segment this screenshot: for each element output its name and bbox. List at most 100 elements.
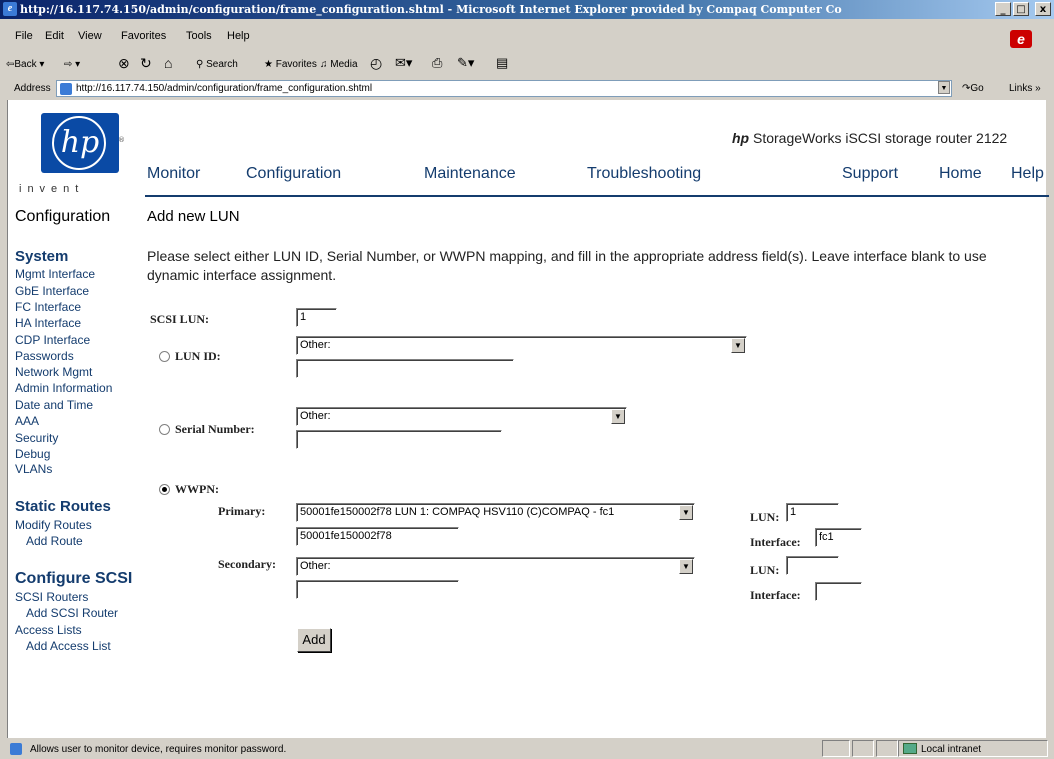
sidebar-heading-static-routes: Static Routes [15, 498, 111, 515]
forward-button[interactable]: ⇨ ▾ [64, 59, 80, 70]
chevron-down-icon: ▼ [679, 559, 693, 574]
sidebar-item-add-access-list[interactable]: Add Access List [26, 639, 111, 653]
menu-favorites[interactable]: Favorites [121, 30, 166, 42]
sidebar-item-security[interactable]: Security [15, 431, 58, 445]
chevron-down-icon: ▼ [731, 338, 745, 353]
search-label: Search [206, 59, 238, 70]
windows-logo-icon: e [1010, 30, 1032, 48]
chevron-down-icon: ▼ [679, 505, 693, 520]
serial-number-input[interactable] [296, 430, 502, 449]
nav-troubleshooting[interactable]: Troubleshooting [587, 165, 701, 183]
menu-bar: File Edit View Favorites Tools Help [0, 19, 1054, 50]
nav-maintenance[interactable]: Maintenance [424, 165, 516, 183]
ie-page-icon: e [3, 2, 17, 16]
secondary-select[interactable]: Other: ▼ [296, 557, 695, 576]
sidebar-item-network-mgmt[interactable]: Network Mgmt [15, 365, 92, 379]
product-name: StorageWorks iSCSI storage router 2122 [753, 130, 1008, 146]
secondary-lun-input[interactable] [786, 556, 839, 575]
serial-number-radio[interactable] [159, 424, 170, 435]
sidebar-item-vlans[interactable]: VLANs [15, 462, 52, 476]
lun-id-select[interactable]: Other: ▼ [296, 336, 747, 355]
secondary-wwpn-input[interactable] [296, 580, 459, 599]
sidebar-item-debug[interactable]: Debug [15, 447, 50, 461]
status-text: Allows user to monitor device, requires … [30, 744, 287, 755]
sidebar-item-passwords[interactable]: Passwords [15, 349, 74, 363]
go-button[interactable]: ↷Go [962, 83, 984, 94]
media-button[interactable]: ♫ Media [320, 59, 358, 70]
nav-support[interactable]: Support [842, 165, 898, 183]
menu-help[interactable]: Help [227, 30, 250, 42]
nav-configuration[interactable]: Configuration [246, 165, 341, 183]
sidebar-item-scsi-routers[interactable]: SCSI Routers [15, 590, 88, 604]
serial-number-select[interactable]: Other: ▼ [296, 407, 627, 426]
add-button[interactable]: Add [297, 628, 331, 652]
sidebar-item-date-and-time[interactable]: Date and Time [15, 398, 93, 412]
close-button[interactable]: x [1035, 2, 1051, 16]
section-title: Configuration [15, 208, 111, 225]
discuss-icon[interactable]: ▤ [496, 55, 508, 71]
lun-id-select-value: Other: [300, 339, 331, 351]
sidebar-item-admin-information[interactable]: Admin Information [15, 381, 112, 395]
lun-id-input[interactable] [296, 359, 514, 378]
lun-id-radio[interactable] [159, 351, 170, 362]
media-label: Media [330, 59, 358, 70]
edit-icon[interactable]: ✎▾ [457, 55, 474, 71]
nav-monitor[interactable]: Monitor [147, 165, 200, 183]
sidebar-item-fc-interface[interactable]: FC Interface [15, 300, 81, 314]
product-title: hp StorageWorks iSCSI storage router 212… [732, 130, 1007, 146]
intranet-zone-icon [903, 743, 917, 754]
primary-label: Primary: [218, 504, 266, 518]
secondary-interface-input[interactable] [815, 582, 862, 601]
menu-view[interactable]: View [78, 30, 102, 42]
refresh-icon[interactable]: ↻ [140, 55, 152, 72]
window-title-bar[interactable]: e http://16.117.74.150/admin/configurati… [0, 0, 1054, 19]
address-input[interactable]: http://16.117.74.150/admin/configuration… [56, 80, 952, 97]
sidebar-item-add-scsi-router[interactable]: Add SCSI Router [26, 606, 118, 620]
sidebar-item-access-lists[interactable]: Access Lists [15, 623, 82, 637]
menu-tools[interactable]: Tools [186, 30, 212, 42]
nav-help[interactable]: Help [1011, 165, 1044, 183]
logo-trademark: ® [118, 136, 125, 144]
sidebar-item-modify-routes[interactable]: Modify Routes [15, 518, 92, 532]
scsi-lun-input[interactable]: 1 [296, 308, 337, 327]
sidebar-item-aaa[interactable]: AAA [15, 414, 39, 428]
minimize-button[interactable]: _ [995, 2, 1011, 16]
address-dropdown-icon[interactable]: ▼ [938, 81, 950, 94]
print-icon[interactable]: ⎙ [432, 55, 442, 71]
tagline: invent [19, 183, 85, 195]
menu-edit[interactable]: Edit [45, 30, 64, 42]
nav-home[interactable]: Home [939, 165, 982, 183]
zone-text: Local intranet [921, 744, 982, 755]
sidebar-item-add-route[interactable]: Add Route [26, 534, 83, 548]
search-button[interactable]: ⚲ Search [196, 59, 238, 70]
sidebar-item-cdp-interface[interactable]: CDP Interface [15, 333, 90, 347]
history-icon[interactable]: ◴ [370, 55, 382, 72]
hp-logo[interactable]: hp ® [41, 113, 125, 173]
page-status-icon [10, 743, 22, 755]
primary-select-value: 50001fe150002f78 LUN 1: COMPAQ HSV110 (C… [300, 506, 615, 518]
primary-interface-input[interactable]: fc1 [815, 528, 862, 547]
favorites-button[interactable]: ★ Favorites [264, 59, 317, 70]
sidebar-item-mgmt-interface[interactable]: Mgmt Interface [15, 267, 95, 281]
search-icon: ⚲ [196, 59, 207, 70]
primary-lun-input[interactable]: 1 [786, 503, 839, 522]
links-button[interactable]: Links » [1009, 83, 1041, 94]
address-url: http://16.117.74.150/admin/configuration… [76, 83, 373, 94]
toolbar: ⇦Back ▾ ⇨ ▾ ⊗ ↻ ⌂ ⚲ Search ★ Favorites ♫… [0, 50, 1054, 78]
go-label: Go [970, 83, 984, 94]
stop-icon[interactable]: ⊗ [118, 55, 130, 72]
left-frame-edge [0, 100, 8, 738]
primary-select[interactable]: 50001fe150002f78 LUN 1: COMPAQ HSV110 (C… [296, 503, 695, 522]
mail-icon[interactable]: ✉▾ [395, 55, 412, 71]
wwpn-label: WWPN: [175, 482, 219, 496]
chevron-down-icon: ▼ [611, 409, 625, 424]
sidebar-item-gbe-interface[interactable]: GbE Interface [15, 284, 89, 298]
restore-button[interactable]: □ [1013, 2, 1029, 16]
menu-file[interactable]: File [15, 30, 33, 42]
home-icon[interactable]: ⌂ [164, 55, 172, 71]
wwpn-radio[interactable] [159, 484, 170, 495]
back-button[interactable]: ⇦Back ▾ [6, 59, 44, 70]
primary-wwpn-input[interactable]: 50001fe150002f78 [296, 527, 459, 546]
serial-number-label: Serial Number: [175, 422, 255, 436]
sidebar-item-ha-interface[interactable]: HA Interface [15, 316, 81, 330]
